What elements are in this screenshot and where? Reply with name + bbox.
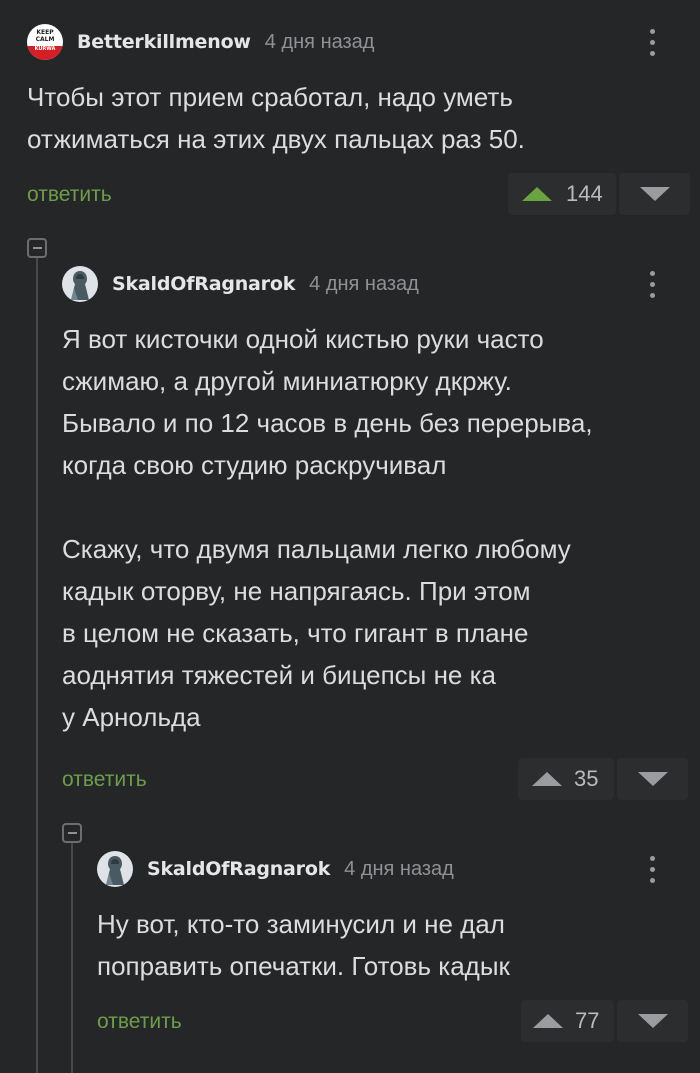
- more-vertical-icon[interactable]: [642, 22, 662, 62]
- upvote-icon: [522, 187, 552, 201]
- upvote-icon: [533, 1014, 563, 1028]
- reply-button[interactable]: ответить: [97, 1010, 182, 1034]
- knight-avatar[interactable]: [62, 266, 98, 302]
- rating-count: 77: [575, 1008, 600, 1033]
- collapse-icon[interactable]: [27, 238, 47, 258]
- rating-controls: 144: [508, 173, 690, 215]
- username[interactable]: SkaldOfRagnarok: [147, 858, 330, 880]
- timestamp[interactable]: 4 дня назад: [309, 273, 419, 296]
- downvote-icon: [637, 772, 668, 786]
- rating-count: 35: [574, 766, 599, 791]
- avatar-text-2: CALM: [36, 36, 55, 43]
- keep-calm-avatar[interactable]: KEEP CALM KURWA: [27, 24, 63, 60]
- more-vertical-icon[interactable]: [642, 849, 662, 889]
- comment-text: Ну вот, кто-то заминусил и не дал поправ…: [97, 909, 510, 981]
- more-vertical-icon[interactable]: [642, 264, 662, 304]
- comment-text: Я вот кисточки одной кистью руки часто с…: [62, 324, 593, 732]
- comment-header: SkaldOfRagnarok 4 дня назад: [97, 849, 454, 889]
- comment-text: Чтобы этот прием сработал, надо уметь от…: [27, 82, 525, 154]
- downvote-button[interactable]: [617, 1000, 688, 1042]
- thread-line-level-2: [71, 843, 73, 1073]
- timestamp[interactable]: 4 дня назад: [265, 31, 375, 54]
- reply-button[interactable]: ответить: [62, 768, 147, 792]
- upvote-button[interactable]: 144: [508, 173, 616, 215]
- collapse-icon[interactable]: [62, 823, 82, 843]
- thread-line-level-1: [36, 258, 38, 1073]
- avatar-text-3: KURWA: [35, 46, 56, 52]
- username[interactable]: SkaldOfRagnarok: [112, 273, 295, 295]
- knight-avatar[interactable]: [97, 851, 133, 887]
- username[interactable]: Betterkillmenow: [77, 31, 251, 53]
- avatar-text-1: KEEP: [36, 29, 54, 36]
- comment-header: KEEP CALM KURWA Betterkillmenow 4 дня на…: [27, 22, 374, 62]
- downvote-button[interactable]: [619, 173, 690, 215]
- rating-count: 144: [566, 181, 603, 206]
- upvote-icon: [532, 772, 562, 786]
- reply-button[interactable]: ответить: [27, 183, 112, 207]
- timestamp[interactable]: 4 дня назад: [344, 858, 454, 881]
- rating-controls: 77: [521, 1000, 688, 1042]
- upvote-button[interactable]: 77: [521, 1000, 614, 1042]
- downvote-icon: [637, 1014, 668, 1028]
- rating-controls: 35: [518, 758, 688, 800]
- upvote-button[interactable]: 35: [518, 758, 614, 800]
- comment-header: SkaldOfRagnarok 4 дня назад: [62, 264, 419, 304]
- downvote-icon: [639, 187, 670, 201]
- downvote-button[interactable]: [617, 758, 688, 800]
